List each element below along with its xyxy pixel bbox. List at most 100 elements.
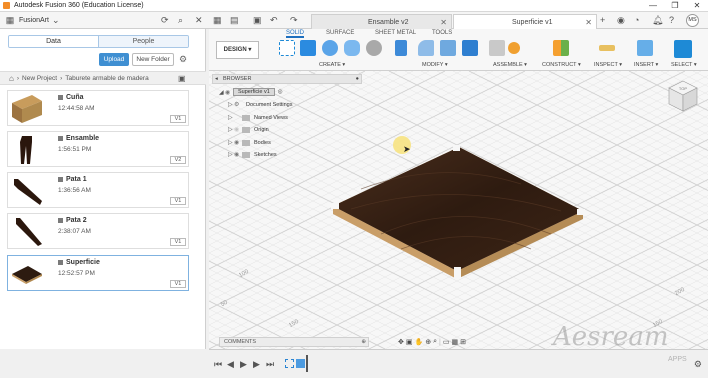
version-badge[interactable]: V1	[170, 115, 186, 123]
pan-icon[interactable]: ✋	[415, 338, 424, 346]
home-icon[interactable]: ⌂	[9, 74, 14, 83]
browser-node[interactable]: ▷ ◉ Origin	[228, 126, 269, 133]
breadcrumb-project[interactable]: New Project	[22, 75, 57, 82]
notifications-icon[interactable]: 🔔︎	[652, 15, 663, 26]
close-panel-icon[interactable]: ✕	[195, 15, 203, 26]
list-item[interactable]: Cuña 12:44:58 AM V1	[7, 90, 189, 126]
expand-triangle-icon[interactable]: ▷	[228, 114, 234, 121]
chamfer-icon[interactable]	[440, 40, 456, 56]
tab-tools[interactable]: TOOLS	[432, 30, 452, 36]
grid-apps-icon[interactable]: ▦	[3, 15, 17, 26]
sweep-icon[interactable]	[344, 40, 360, 56]
chevron-down-icon[interactable]: ⌄	[52, 15, 60, 26]
press-pull-icon[interactable]	[395, 40, 407, 56]
insert-menu[interactable]: INSERT ▾	[634, 62, 658, 68]
browser-node[interactable]: ▷ ⚙ Document Settings	[228, 101, 292, 109]
browser-node[interactable]: ▷ ◉ Bodies	[228, 139, 271, 146]
upload-button[interactable]: Upload	[99, 53, 129, 66]
tab-surface[interactable]: SURFACE	[326, 30, 354, 36]
visibility-icon[interactable]: ◉	[234, 139, 242, 146]
redo-icon[interactable]: ↷	[290, 15, 298, 26]
go-to-start-icon[interactable]: ⏮	[214, 359, 222, 370]
gear-icon[interactable]: ⚙	[179, 54, 187, 65]
construct-menu[interactable]: CONSTRUCT ▾	[542, 62, 581, 68]
close-tab-icon[interactable]: ✕	[440, 18, 447, 27]
revolve-icon[interactable]	[322, 40, 338, 56]
orbit-icon[interactable]: ✥	[398, 338, 404, 346]
modify-menu[interactable]: MODIFY ▾	[422, 62, 448, 68]
inspect-menu[interactable]: INSPECT ▾	[594, 62, 622, 68]
joint-icon[interactable]	[508, 42, 520, 54]
create-sketch-icon[interactable]	[279, 40, 295, 56]
timeline-extrude-icon[interactable]	[296, 359, 305, 368]
look-at-icon[interactable]: ▣	[406, 338, 413, 346]
job-status-icon[interactable]: ◔	[634, 15, 639, 25]
timeline-settings-icon[interactable]: ⚙	[694, 359, 702, 370]
file-menu-icon[interactable]: ▤	[230, 15, 239, 26]
play-icon[interactable]: ▶	[240, 359, 247, 370]
browser-root[interactable]: ◢ ◉ Superficie v1 ◎	[219, 88, 283, 96]
insert-image-icon[interactable]	[637, 40, 653, 56]
pin-icon[interactable]: ●	[356, 75, 359, 83]
timeline-marker[interactable]	[306, 355, 308, 372]
folder-settings-icon[interactable]: ▣	[178, 74, 186, 83]
visibility-icon[interactable]: ◉	[225, 89, 233, 96]
tab-people[interactable]: People	[98, 36, 188, 47]
add-comment-icon[interactable]: ⊕	[361, 338, 366, 346]
step-forward-icon[interactable]: ▶	[253, 359, 260, 370]
list-item[interactable]: Superficie 12:52:57 PM V1	[7, 255, 189, 291]
step-back-icon[interactable]: ◀	[227, 359, 234, 370]
browser-node[interactable]: ▷ ◉ Sketches	[228, 151, 277, 158]
list-item[interactable]: Pata 1 1:36:56 AM V1	[7, 172, 189, 208]
maximize-button[interactable]: ❐	[664, 0, 686, 12]
new-component-icon[interactable]	[489, 40, 505, 56]
browser-header[interactable]: ◂ BROWSER ●	[212, 74, 362, 84]
fit-icon[interactable]: ⌕	[433, 338, 437, 346]
help-icon[interactable]: ?	[669, 15, 674, 25]
go-to-end-icon[interactable]: ⏭	[266, 359, 274, 370]
version-badge[interactable]: V1	[170, 197, 186, 205]
visibility-icon[interactable]: ◉	[234, 151, 242, 158]
select-menu[interactable]: SELECT ▾	[671, 62, 697, 68]
fillet-icon[interactable]	[418, 40, 434, 56]
tab-sheet-metal[interactable]: SHEET METAL	[375, 30, 416, 36]
close-tab-icon[interactable]: ✕	[585, 18, 592, 27]
tab-solid[interactable]: SOLID	[286, 30, 305, 38]
timeline-sketch-icon[interactable]	[285, 359, 294, 368]
version-badge[interactable]: V1	[170, 238, 186, 246]
avatar[interactable]: MS	[686, 14, 699, 27]
version-badge[interactable]: V1	[170, 280, 186, 288]
assemble-menu[interactable]: ASSEMBLE ▾	[493, 62, 527, 68]
offset-plane-icon[interactable]	[553, 40, 569, 56]
save-icon[interactable]: ▣	[253, 15, 262, 26]
select-icon[interactable]	[674, 40, 692, 58]
tab-data[interactable]: Data	[9, 36, 98, 47]
grid-settings-icon[interactable]: ▦	[451, 338, 458, 346]
close-button[interactable]: ✕	[686, 0, 708, 12]
browser-node[interactable]: ▷ Named Views	[228, 114, 288, 121]
extrude-icon[interactable]	[300, 40, 316, 56]
extensions-icon[interactable]: ◉	[617, 15, 625, 26]
activate-icon[interactable]: ◎	[278, 89, 283, 95]
document-tab-active[interactable]: Superficie v1 ✕	[453, 14, 597, 29]
new-folder-button[interactable]: New Folder	[132, 53, 174, 66]
grid-icon[interactable]: ▦	[213, 15, 222, 26]
viewports-icon[interactable]: ⊞	[460, 338, 466, 346]
search-icon[interactable]: ⌕	[178, 15, 183, 26]
visibility-off-icon[interactable]: ◉	[234, 126, 242, 133]
hole-icon[interactable]	[366, 40, 382, 56]
project-selector[interactable]: FusionArt	[19, 17, 49, 24]
list-item[interactable]: Pata 2 2:38:07 AM V1	[7, 213, 189, 249]
version-badge[interactable]: V2	[170, 156, 186, 164]
zoom-icon[interactable]: ⊕	[425, 338, 431, 346]
new-tab-icon[interactable]: +	[600, 15, 605, 25]
create-menu[interactable]: CREATE ▾	[319, 62, 345, 68]
list-item[interactable]: Ensamble 1:56:51 PM V2	[7, 131, 189, 167]
document-tab[interactable]: Ensamble v2 ✕	[311, 14, 452, 29]
undo-icon[interactable]: ↶	[270, 15, 278, 26]
comments-bar[interactable]: COMMENTS ⊕	[219, 337, 369, 347]
collapse-icon[interactable]: ◂	[215, 75, 218, 83]
measure-icon[interactable]	[599, 45, 615, 51]
minimize-button[interactable]: —	[642, 0, 664, 12]
workspace-switcher[interactable]: DESIGN ▾	[216, 41, 259, 59]
